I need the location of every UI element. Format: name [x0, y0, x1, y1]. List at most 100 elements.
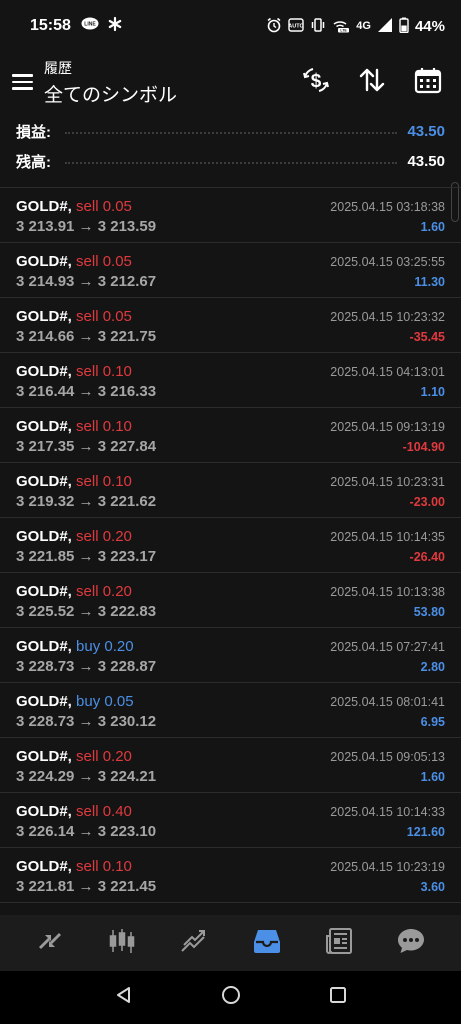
- deal-symbol: GOLD#,: [16, 693, 72, 710]
- nav-quotes[interactable]: [30, 923, 70, 963]
- deal-row[interactable]: GOLD#, sell 0.05 3 213.91 → 3 213.59 2025.…: [0, 188, 461, 243]
- app-bar: 履歴 全てのシンボル $: [0, 52, 461, 112]
- calendar-button[interactable]: [411, 65, 445, 99]
- recents-icon: [328, 987, 348, 1009]
- deal-side-volume: sell 0.05: [76, 308, 132, 325]
- alarm-icon: [266, 17, 282, 36]
- deal-prices: 3 221.85 → 3 223.17: [16, 548, 157, 565]
- deal-prices: 3 221.81 → 3 221.45: [16, 878, 157, 895]
- chart-icon: [107, 926, 137, 961]
- nav-history[interactable]: [247, 923, 287, 963]
- deal-symbol: GOLD#,: [16, 803, 72, 820]
- currency-exchange-icon: $: [301, 65, 331, 100]
- balance-value: 43.50: [407, 152, 445, 170]
- deal-prices: 3 224.29 → 3 224.21: [16, 768, 157, 785]
- deal-side-volume: sell 0.20: [76, 528, 132, 545]
- deal-time: 2025.04.15 03:18:38: [330, 200, 445, 214]
- deal-prices: 3 228.73 → 3 228.87: [16, 658, 157, 675]
- profit-value: 43.50: [407, 122, 445, 140]
- calendar-icon: [414, 66, 442, 99]
- deal-profit: -26.40: [409, 550, 445, 564]
- page-title[interactable]: 全てのシンボル: [44, 80, 177, 107]
- deal-row[interactable]: GOLD#, sell 0.05 3 214.93 → 3 212.67 2025.…: [0, 243, 461, 298]
- svg-text:$: $: [311, 71, 322, 92]
- deal-side-volume: sell 0.20: [76, 748, 132, 765]
- nav-chat[interactable]: [391, 923, 431, 963]
- deal-profit: 2.80: [420, 660, 445, 674]
- nav-chart[interactable]: [102, 923, 142, 963]
- currency-exchange-button[interactable]: $: [299, 65, 333, 99]
- deal-profit: 11.30: [414, 275, 445, 289]
- deal-time: 2025.04.15 07:27:41: [330, 640, 445, 654]
- deal-symbol: GOLD#,: [16, 363, 72, 380]
- quotes-icon: [35, 926, 65, 961]
- balance-label: 残高:: [16, 153, 51, 171]
- deal-profit: 1.60: [420, 770, 445, 784]
- network-type: 4G: [356, 20, 371, 32]
- deal-symbol: GOLD#,: [16, 748, 72, 765]
- deal-prices: 3 214.93 → 3 212.67: [16, 273, 157, 290]
- home-icon: [221, 986, 241, 1009]
- deal-side-volume: sell 0.10: [76, 418, 132, 435]
- deal-time: 2025.04.15 10:23:19: [330, 860, 445, 874]
- deal-row[interactable]: GOLD#, sell 0.20 3 224.29 → 3 224.21 2025.…: [0, 738, 461, 793]
- deal-profit: -23.00: [409, 495, 445, 509]
- deal-prices: 3 228.73 → 3 230.12: [16, 713, 157, 730]
- deal-time: 2025.04.15 04:13:01: [330, 365, 445, 379]
- deal-time: 2025.04.15 10:13:38: [330, 585, 445, 599]
- deal-profit: 53.80: [413, 605, 445, 619]
- deal-profit: 121.60: [406, 825, 445, 839]
- deal-row[interactable]: GOLD#, sell 0.10 3 217.35 → 3 227.84 2025.…: [0, 408, 461, 463]
- deal-time: 2025.04.15 09:05:13: [330, 750, 445, 764]
- deal-profit: -35.45: [409, 330, 445, 344]
- deal-prices: 3 225.52 → 3 222.83: [16, 603, 157, 620]
- deal-side-volume: buy 0.20: [76, 638, 134, 655]
- back-button[interactable]: [114, 985, 134, 1010]
- deal-side-volume: sell 0.20: [76, 583, 132, 600]
- summary-panel: 損益: 43.50 残高: 43.50: [0, 116, 461, 176]
- deal-symbol: GOLD#,: [16, 308, 72, 325]
- deal-prices: 3 226.14 → 3 223.10: [16, 823, 157, 840]
- nav-trade[interactable]: [174, 923, 214, 963]
- sort-button[interactable]: [355, 65, 389, 99]
- deal-prices: 3 216.44 → 3 216.33: [16, 383, 157, 400]
- deal-symbol: GOLD#,: [16, 253, 72, 270]
- profit-row: 損益: 43.50: [0, 116, 461, 146]
- deal-side-volume: sell 0.05: [76, 198, 132, 215]
- deal-side-volume: sell 0.40: [76, 803, 132, 820]
- deal-prices: 3 217.35 → 3 227.84: [16, 438, 157, 455]
- sort-icon: [358, 66, 386, 99]
- deal-profit: -104.90: [402, 440, 445, 454]
- deal-time: 2025.04.15 10:14:35: [330, 530, 445, 544]
- battery-icon: [399, 17, 409, 36]
- deal-row[interactable]: GOLD#, sell 0.05 3 214.66 → 3 221.75 2025.…: [0, 298, 461, 353]
- deal-time: 2025.04.15 08:01:41: [330, 695, 445, 709]
- deal-row[interactable]: GOLD#, buy 0.05 3 228.73 → 3 230.12 2025.0…: [0, 683, 461, 738]
- recents-button[interactable]: [328, 985, 348, 1010]
- asterisk-icon: [107, 16, 123, 37]
- deal-row[interactable]: GOLD#, sell 0.40 3 226.14 → 3 223.10 2025.…: [0, 793, 461, 848]
- deal-symbol: GOLD#,: [16, 418, 72, 435]
- deal-time: 2025.04.15 09:13:19: [330, 420, 445, 434]
- deal-time: 2025.04.15 10:23:31: [330, 475, 445, 489]
- signal-icon: [377, 17, 393, 36]
- deal-profit: 3.60: [420, 880, 445, 894]
- deal-row[interactable]: GOLD#, sell 0.10 3 219.32 → 3 221.62 2025.…: [0, 463, 461, 518]
- deal-time: 2025.04.15 03:25:55: [330, 255, 445, 269]
- deal-row[interactable]: GOLD#, buy 0.20 3 228.73 → 3 228.87 2025.0…: [0, 628, 461, 683]
- deal-prices: 3 213.91 → 3 213.59: [16, 218, 157, 235]
- deal-row[interactable]: GOLD#, sell 0.20 3 225.52 → 3 222.83 2025.…: [0, 573, 461, 628]
- nav-news[interactable]: [319, 923, 359, 963]
- deal-time: 2025.04.15 10:14:33: [330, 805, 445, 819]
- deal-list[interactable]: GOLD#, sell 0.05 3 213.91 → 3 213.59 2025.…: [0, 187, 461, 915]
- deal-side-volume: sell 0.10: [76, 473, 132, 490]
- deal-row[interactable]: GOLD#, sell 0.10 3 216.44 → 3 216.33 2025.…: [0, 353, 461, 408]
- home-button[interactable]: [221, 985, 241, 1010]
- chat-icon: [396, 926, 426, 961]
- system-navigation-bar: [0, 971, 461, 1024]
- deal-row[interactable]: GOLD#, sell 0.20 3 221.85 → 3 223.17 2025.…: [0, 518, 461, 573]
- deal-row[interactable]: GOLD#, sell 0.10 3 221.81 → 3 221.45 2025.…: [0, 848, 461, 903]
- status-time: 15:58: [30, 17, 71, 34]
- svg-text:AUTO: AUTO: [289, 23, 305, 29]
- deal-profit: 6.95: [420, 715, 445, 729]
